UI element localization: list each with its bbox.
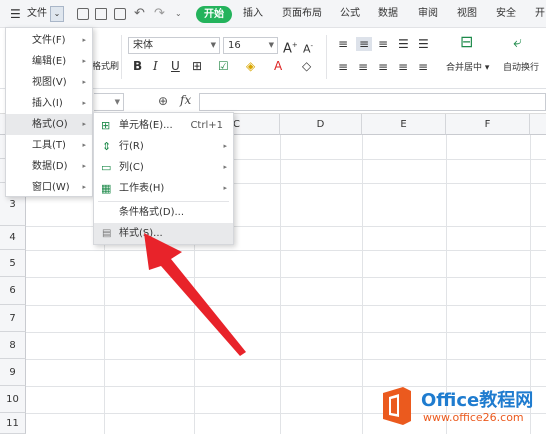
red-pointer-arrow — [144, 233, 246, 356]
office-logo-icon — [383, 387, 411, 425]
watermark-title: Office教程网 — [421, 390, 534, 411]
watermark-logo: Office教程网 www.office26.com — [377, 383, 543, 431]
watermark-url: www.office26.com — [423, 411, 524, 424]
